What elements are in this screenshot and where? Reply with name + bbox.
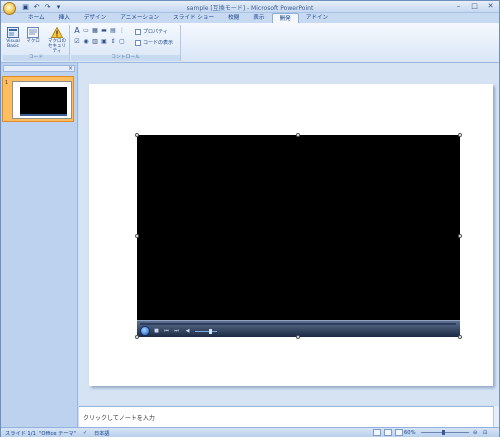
resize-handle[interactable] <box>458 234 462 238</box>
slide-show-view-icon[interactable] <box>395 429 403 436</box>
normal-view-icon[interactable] <box>373 429 381 436</box>
spellcheck-icon[interactable]: ✓ <box>83 430 87 436</box>
controls-group: A ▭ ▦ ▬ ▤ ⋮ ☑ ◉ ▥ ▣ ⇕ ▢ プロパティ コードの表示 コント… <box>71 25 181 61</box>
tab-design[interactable]: デザイン <box>77 13 113 23</box>
macro-security-button[interactable]: マクロの セキュリティ <box>46 27 68 54</box>
tab-developer[interactable]: 開発 <box>271 13 299 23</box>
visual-basic-label-2: Basic <box>7 44 19 49</box>
combobox-control-icon[interactable]: ▤ <box>110 28 116 34</box>
slide-canvas[interactable]: ■ ⏮ ⏭ ◀ <box>89 84 493 386</box>
status-bar: スライド 1/1 "Office テーマ" ✓ 日本語 60% ⊖ ⊡ <box>1 427 499 437</box>
close-button[interactable]: ✕ <box>484 2 497 11</box>
label-control-icon[interactable]: A <box>74 27 80 35</box>
slide-thumbnail[interactable] <box>12 81 72 119</box>
resize-handle[interactable] <box>135 133 139 137</box>
view-buttons <box>373 429 403 436</box>
spin-button-icon[interactable]: ⇕ <box>110 39 116 45</box>
view-code-button[interactable]: コードの表示 <box>135 39 173 46</box>
volume-slider[interactable] <box>195 331 217 332</box>
slide-thumbnail-number: 1 <box>5 80 9 86</box>
controls-row-1: A ▭ ▦ ▬ ▤ ⋮ <box>74 27 125 35</box>
ribbon-tabs: ホーム 挿入 デザイン アニメーション スライド ショー 校閲 表示 開発 アド… <box>1 13 499 23</box>
visual-basic-button[interactable]: Visual Basic <box>4 27 22 49</box>
tab-insert[interactable]: 挿入 <box>52 13 77 23</box>
stop-icon[interactable]: ■ <box>153 328 160 334</box>
notes-placeholder: クリックしてノートを入力 <box>83 415 155 422</box>
toggle-button-icon[interactable]: ▣ <box>101 39 107 45</box>
media-player-object[interactable]: ■ ⏮ ⏭ ◀ <box>137 135 460 337</box>
powerpoint-window: ▣ ↶ ↷ ▾ sample [互換モード] - Microsoft Power… <box>0 0 500 437</box>
fit-window-icon[interactable]: ⊡ <box>483 430 487 436</box>
tab-view[interactable]: 表示 <box>246 13 271 23</box>
view-code-label: コードの表示 <box>143 40 174 46</box>
visual-basic-icon <box>7 27 19 38</box>
textbox-control-icon[interactable]: ▭ <box>83 28 89 34</box>
next-icon[interactable]: ⏭ <box>173 328 180 334</box>
macro-label: マクロ <box>26 39 40 44</box>
tab-slide-show[interactable]: スライド ショー <box>166 13 221 23</box>
zoom-slider[interactable] <box>421 432 469 433</box>
pane-tabs[interactable]: × <box>3 65 75 72</box>
properties-button[interactable]: プロパティ <box>135 28 168 35</box>
checkbox-control-icon[interactable]: ☑ <box>74 39 80 45</box>
more-controls-icon[interactable]: ⋮ <box>119 28 125 34</box>
code-group-label: コード <box>3 55 69 61</box>
tab-add-ins[interactable]: アドイン <box>299 13 335 23</box>
seek-bar[interactable] <box>140 323 456 325</box>
view-code-icon <box>135 39 141 46</box>
macro-security-label-2: セキュリティ <box>48 44 66 54</box>
slides-pane: × 1 <box>1 63 78 428</box>
warning-icon <box>51 27 63 38</box>
minimize-button[interactable]: – <box>452 2 465 11</box>
option-button-icon[interactable]: ◉ <box>83 39 89 45</box>
notes-pane[interactable]: クリックしてノートを入力 <box>79 406 499 427</box>
resize-handle[interactable] <box>458 335 462 339</box>
slide-thumbnail-selected[interactable]: 1 <box>2 76 74 122</box>
resize-handle[interactable] <box>135 335 139 339</box>
image-control-icon[interactable]: ▦ <box>92 28 98 34</box>
properties-label: プロパティ <box>143 29 168 35</box>
zoom-out-icon[interactable]: ⊖ <box>473 430 477 436</box>
zoom-slider-knob[interactable] <box>442 430 445 435</box>
slide-editing-area: ■ ⏮ ⏭ ◀ <box>79 63 499 405</box>
controls-row-2: ☑ ◉ ▥ ▣ ⇕ ▢ <box>74 39 125 45</box>
theme-status: "Office テーマ" <box>39 431 77 437</box>
code-group: Visual Basic マクロ マクロの セキュリティ コード <box>3 25 70 61</box>
resize-handle[interactable] <box>135 234 139 238</box>
language-status[interactable]: 日本語 <box>94 430 110 437</box>
previous-icon[interactable]: ⏮ <box>163 328 170 334</box>
slide-sorter-view-icon[interactable] <box>384 429 392 436</box>
window-title: sample [互換モード] - Microsoft PowerPoint <box>186 5 314 12</box>
macro-icon <box>27 27 39 38</box>
tab-home[interactable]: ホーム <box>21 13 52 23</box>
slide-count-status: スライド 1/1 <box>5 431 36 437</box>
play-icon[interactable] <box>140 326 150 336</box>
maximize-button[interactable]: □ <box>468 2 481 11</box>
controls-group-label: コントロール <box>71 55 180 61</box>
tab-animations[interactable]: アニメーション <box>113 13 166 23</box>
notes-scrollbar[interactable] <box>493 406 499 427</box>
listbox-control-icon[interactable]: ▥ <box>92 39 98 45</box>
resize-handle[interactable] <box>296 133 300 137</box>
office-button[interactable] <box>3 2 16 15</box>
zoom-level[interactable]: 60% <box>404 430 416 436</box>
macro-button[interactable]: マクロ <box>24 27 42 44</box>
volume-icon[interactable]: ◀ <box>184 328 191 334</box>
title-bar: ▣ ↶ ↷ ▾ sample [互換モード] - Microsoft Power… <box>1 1 499 15</box>
tab-review[interactable]: 校閲 <box>221 13 246 23</box>
close-icon[interactable]: × <box>68 65 73 72</box>
thumbnail-video <box>20 87 67 116</box>
command-button-icon[interactable]: ▢ <box>119 39 125 45</box>
volume-knob[interactable] <box>209 329 212 334</box>
window-controls: – □ ✕ <box>452 2 497 11</box>
scrollbar-control-icon[interactable]: ▬ <box>101 28 107 34</box>
resize-handle[interactable] <box>296 335 300 339</box>
properties-icon <box>135 28 141 35</box>
resize-handle[interactable] <box>458 133 462 137</box>
ribbon: Visual Basic マクロ マクロの セキュリティ コード A ▭ ▦ ▬… <box>1 23 499 63</box>
